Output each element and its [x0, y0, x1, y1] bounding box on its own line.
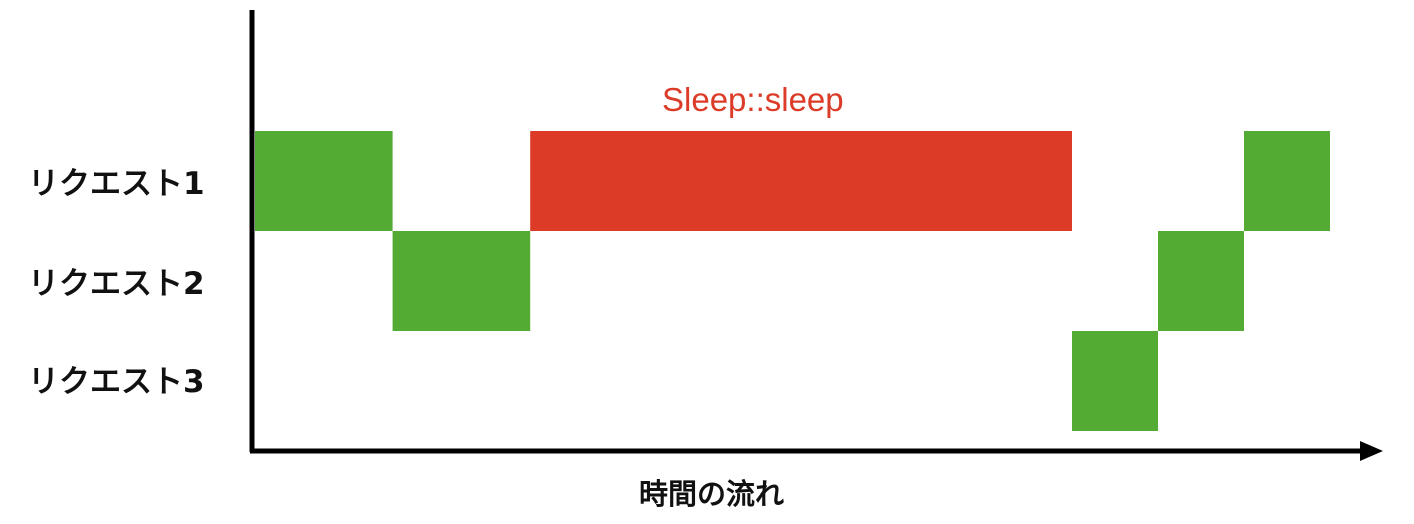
row-label-request-1: リクエスト1	[28, 166, 205, 202]
timeline-chart	[249, 10, 1383, 461]
x-axis-arrowhead	[1360, 441, 1383, 461]
processing-block-request-1	[1244, 131, 1330, 231]
sleep-bar	[530, 131, 1072, 231]
processing-block-request-2	[392, 231, 531, 331]
processing-block-request-2	[1158, 231, 1244, 331]
row-label-request-3: リクエスト3	[28, 364, 205, 400]
processing-block-request-1	[255, 131, 393, 231]
processing-block-request-3	[1072, 331, 1158, 431]
timeline-diagram: リクエスト1 リクエスト2 リクエスト3 Sleep::sleep 時間の流れ	[0, 0, 1414, 524]
segments-layer	[255, 131, 1330, 431]
x-axis-label: 時間の流れ	[639, 477, 785, 511]
sleep-annotation: Sleep::sleep	[662, 81, 844, 118]
row-label-request-2: リクエスト2	[28, 266, 205, 302]
